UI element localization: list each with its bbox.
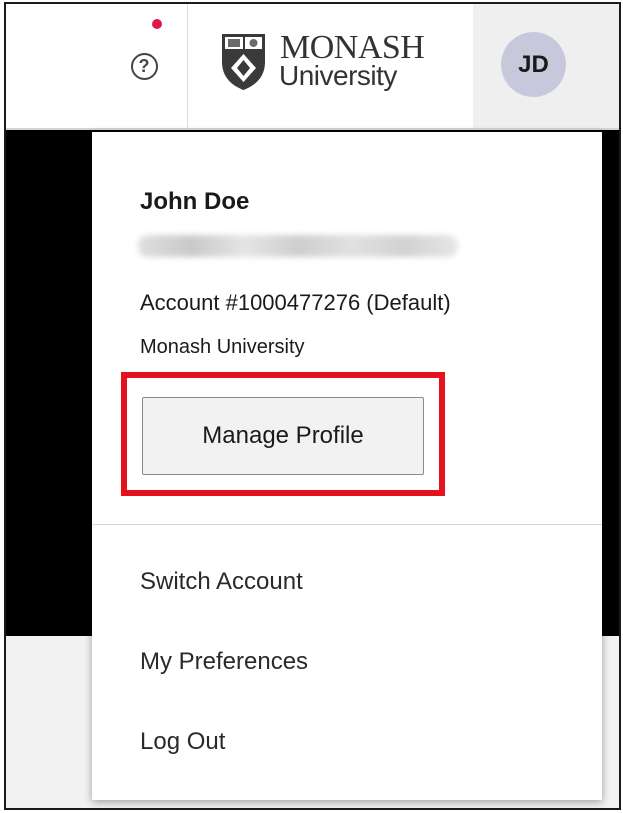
top-navigation-bar: ? MONASH University JD: [6, 4, 619, 130]
user-name: John Doe: [140, 188, 250, 215]
monash-university-logo[interactable]: MONASH University: [220, 29, 460, 96]
help-button[interactable]: ?: [101, 4, 187, 128]
organization-name: Monash University: [140, 336, 305, 358]
notification-dot: [152, 19, 162, 29]
switch-account-item[interactable]: Switch Account: [140, 568, 303, 596]
monash-shield-icon: [222, 34, 265, 90]
redacted-email: [138, 235, 458, 257]
screenshot-frame: ? MONASH University JD John Doe Account …: [4, 2, 621, 810]
account-number: Account #1000477276 (Default): [140, 290, 451, 315]
nav-divider: [187, 4, 188, 128]
avatar[interactable]: JD: [501, 32, 566, 97]
menu-divider: [92, 524, 602, 525]
manage-profile-button[interactable]: Manage Profile: [142, 397, 424, 475]
logo-text-university: University: [279, 60, 397, 91]
log-out-item[interactable]: Log Out: [140, 728, 225, 756]
user-menu-toggle[interactable]: JD: [473, 4, 619, 128]
profile-dropdown-menu: John Doe Account #1000477276 (Default) M…: [92, 132, 602, 800]
my-preferences-item[interactable]: My Preferences: [140, 648, 308, 676]
question-circle-icon: ?: [130, 52, 158, 80]
